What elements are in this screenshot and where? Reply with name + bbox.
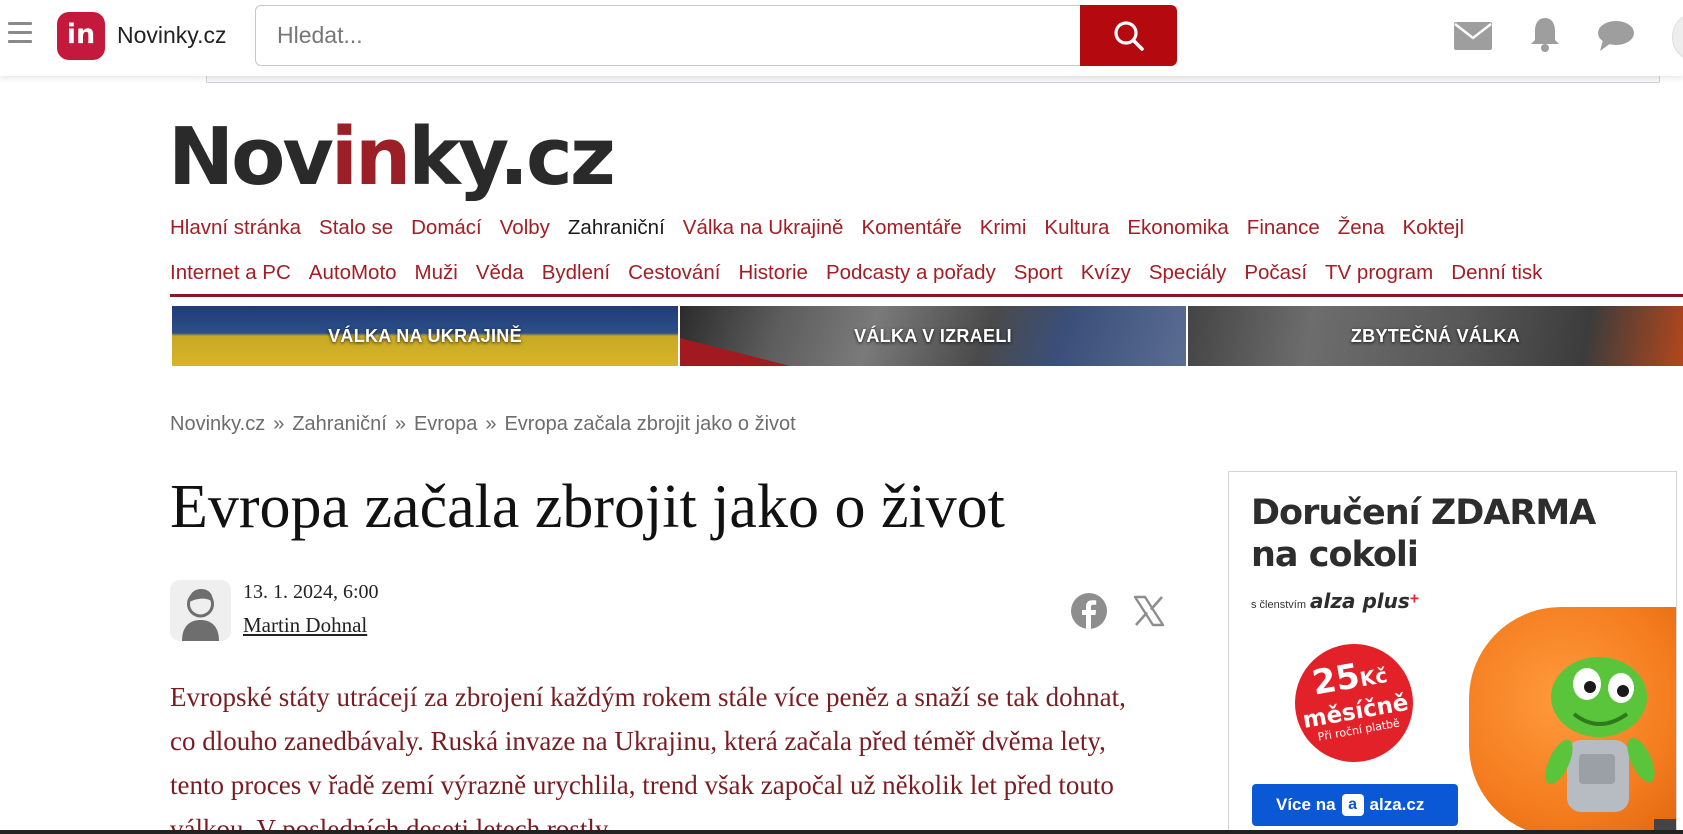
banner-label: VÁLKA V IZRAELI [854, 325, 1012, 346]
top-ad-strip [206, 76, 1660, 83]
nav-zahranicni[interactable]: Zahraniční [568, 216, 665, 240]
ad-cta-label: Více na [1276, 795, 1336, 814]
nav-specialy[interactable]: Speciály [1149, 261, 1227, 285]
nav-hlavni-stranka[interactable]: Hlavní stránka [170, 216, 301, 240]
publish-date: 13. 1. 2024, 6:00 [243, 581, 379, 603]
breadcrumb-separator: » [394, 413, 406, 435]
search-button[interactable] [1080, 5, 1177, 66]
nav-koktejl[interactable]: Koktejl [1402, 216, 1464, 240]
banner-decoration [680, 338, 790, 366]
ad-sub-brand: alza plus [1310, 589, 1410, 613]
ad-price-badge: 25Kč měsíčně Při roční platbě [1285, 634, 1423, 772]
nav-automoto[interactable]: AutoMoto [309, 261, 397, 285]
ad-sub-prefix: s členstvím [1251, 599, 1307, 611]
nav-pocasi[interactable]: Počasí [1244, 261, 1307, 285]
x-icon[interactable] [1133, 595, 1165, 627]
search-input[interactable] [255, 5, 1081, 66]
breadcrumb: Novinky.cz » Zahraniční » Evropa » Evropa zača… [170, 413, 796, 436]
author-avatar[interactable] [170, 580, 231, 641]
main-nav-row-2: Internet a PC AutoMoto Muži Věda Bydlení… [170, 261, 1542, 285]
user-icon [182, 589, 219, 641]
nav-stalo-se[interactable]: Stalo se [319, 216, 393, 240]
chat-icon[interactable] [1597, 20, 1635, 52]
nav-tv-program[interactable]: TV program [1325, 261, 1433, 285]
nav-domaci[interactable]: Domácí [411, 216, 482, 240]
nav-kultura[interactable]: Kultura [1044, 216, 1109, 240]
nav-internet-a-pc[interactable]: Internet a PC [170, 261, 291, 285]
app-logo[interactable]: in [57, 12, 105, 60]
window-bottom-edge [0, 830, 1683, 834]
ad-subtitle: s členstvím alza plus+ [1251, 589, 1419, 613]
nav-valka-na-ukrajine[interactable]: Válka na Ukrajině [683, 216, 844, 240]
hamburger-icon[interactable] [8, 22, 32, 44]
author-name-link[interactable]: Martin Dohnal [243, 613, 367, 638]
banner-valka-na-ukrajine[interactable]: VÁLKA NA UKRAJINĚ [172, 306, 678, 366]
site-masthead-logo[interactable]: Novinky.cz [168, 118, 616, 197]
nav-komentare[interactable]: Komentáře [861, 216, 961, 240]
breadcrumb-item-zahranicni[interactable]: Zahraniční [292, 413, 387, 435]
ad-cta-button[interactable]: Více na a alza.cz [1252, 784, 1458, 826]
ad-sub-plus: + [1409, 590, 1420, 608]
breadcrumb-separator: » [273, 413, 285, 435]
advertisement-alza[interactable]: Doručení ZDARMA na cokoli s členstvím alz… [1228, 471, 1677, 834]
top-bar: in Novinky.cz [0, 0, 1683, 76]
breadcrumb-item-evropa[interactable]: Evropa [414, 413, 477, 435]
nav-muzi[interactable]: Muži [415, 261, 458, 285]
ad-title: Doručení ZDARMA na cokoli [1251, 492, 1596, 576]
nav-cestovani[interactable]: Cestování [628, 261, 720, 285]
masthead-part: Nov [168, 111, 334, 203]
breadcrumb-item-home[interactable]: Novinky.cz [170, 413, 265, 435]
masthead-part: ky.cz [408, 111, 616, 203]
ad-price-currency: Kč [1357, 663, 1390, 692]
app-name[interactable]: Novinky.cz [117, 22, 227, 49]
banner-label: ZBYTEČNÁ VÁLKA [1350, 325, 1521, 346]
search-icon [1113, 20, 1144, 51]
nav-denni-tisk[interactable]: Denní tisk [1451, 261, 1542, 285]
ad-cta-brand: alza.cz [1369, 795, 1425, 814]
nav-zena[interactable]: Žena [1338, 216, 1385, 240]
nav-krimi[interactable]: Krimi [980, 216, 1027, 240]
alza-mascot-icon [1545, 657, 1655, 812]
nav-veda[interactable]: Věda [476, 261, 524, 285]
article-title: Evropa začala zbrojit jako o život [170, 473, 1005, 541]
main-nav-row-1: Hlavní stránka Stalo se Domácí Volby Zah… [170, 216, 1464, 240]
breadcrumb-separator: » [485, 413, 497, 435]
mail-icon[interactable] [1454, 22, 1492, 50]
nav-finance[interactable]: Finance [1247, 216, 1320, 240]
nav-divider [170, 294, 1683, 297]
nav-sport[interactable]: Sport [1014, 261, 1063, 285]
nav-volby[interactable]: Volby [500, 216, 550, 240]
nav-podcasty[interactable]: Podcasty a pořady [826, 261, 996, 285]
nav-ekonomika[interactable]: Ekonomika [1127, 216, 1228, 240]
breadcrumb-item-current: Evropa začala zbrojit jako o život [504, 413, 796, 435]
alza-logo-icon: a [1341, 794, 1364, 816]
banner-zbytecna-valka[interactable]: ZBYTEČNÁ VÁLKA [1188, 306, 1683, 366]
banner-valka-v-izraeli[interactable]: VÁLKA V IZRAELI [680, 306, 1186, 366]
bell-icon[interactable] [1530, 16, 1560, 52]
ad-price-value: 25 [1309, 655, 1363, 704]
nav-bydleni[interactable]: Bydlení [542, 261, 610, 285]
facebook-icon[interactable] [1071, 593, 1107, 629]
nav-kvizy[interactable]: Kvízy [1081, 261, 1131, 285]
nav-historie[interactable]: Historie [738, 261, 808, 285]
article-perex: Evropské státy utrácejí za zbrojení každ… [170, 682, 1126, 834]
ad-title-line: na cokoli [1251, 535, 1419, 575]
banner-label: VÁLKA NA UKRAJINĚ [328, 325, 522, 346]
user-avatar[interactable] [1672, 12, 1683, 62]
ad-title-line: Doručení ZDARMA [1251, 493, 1596, 533]
masthead-accent: in [330, 111, 411, 203]
